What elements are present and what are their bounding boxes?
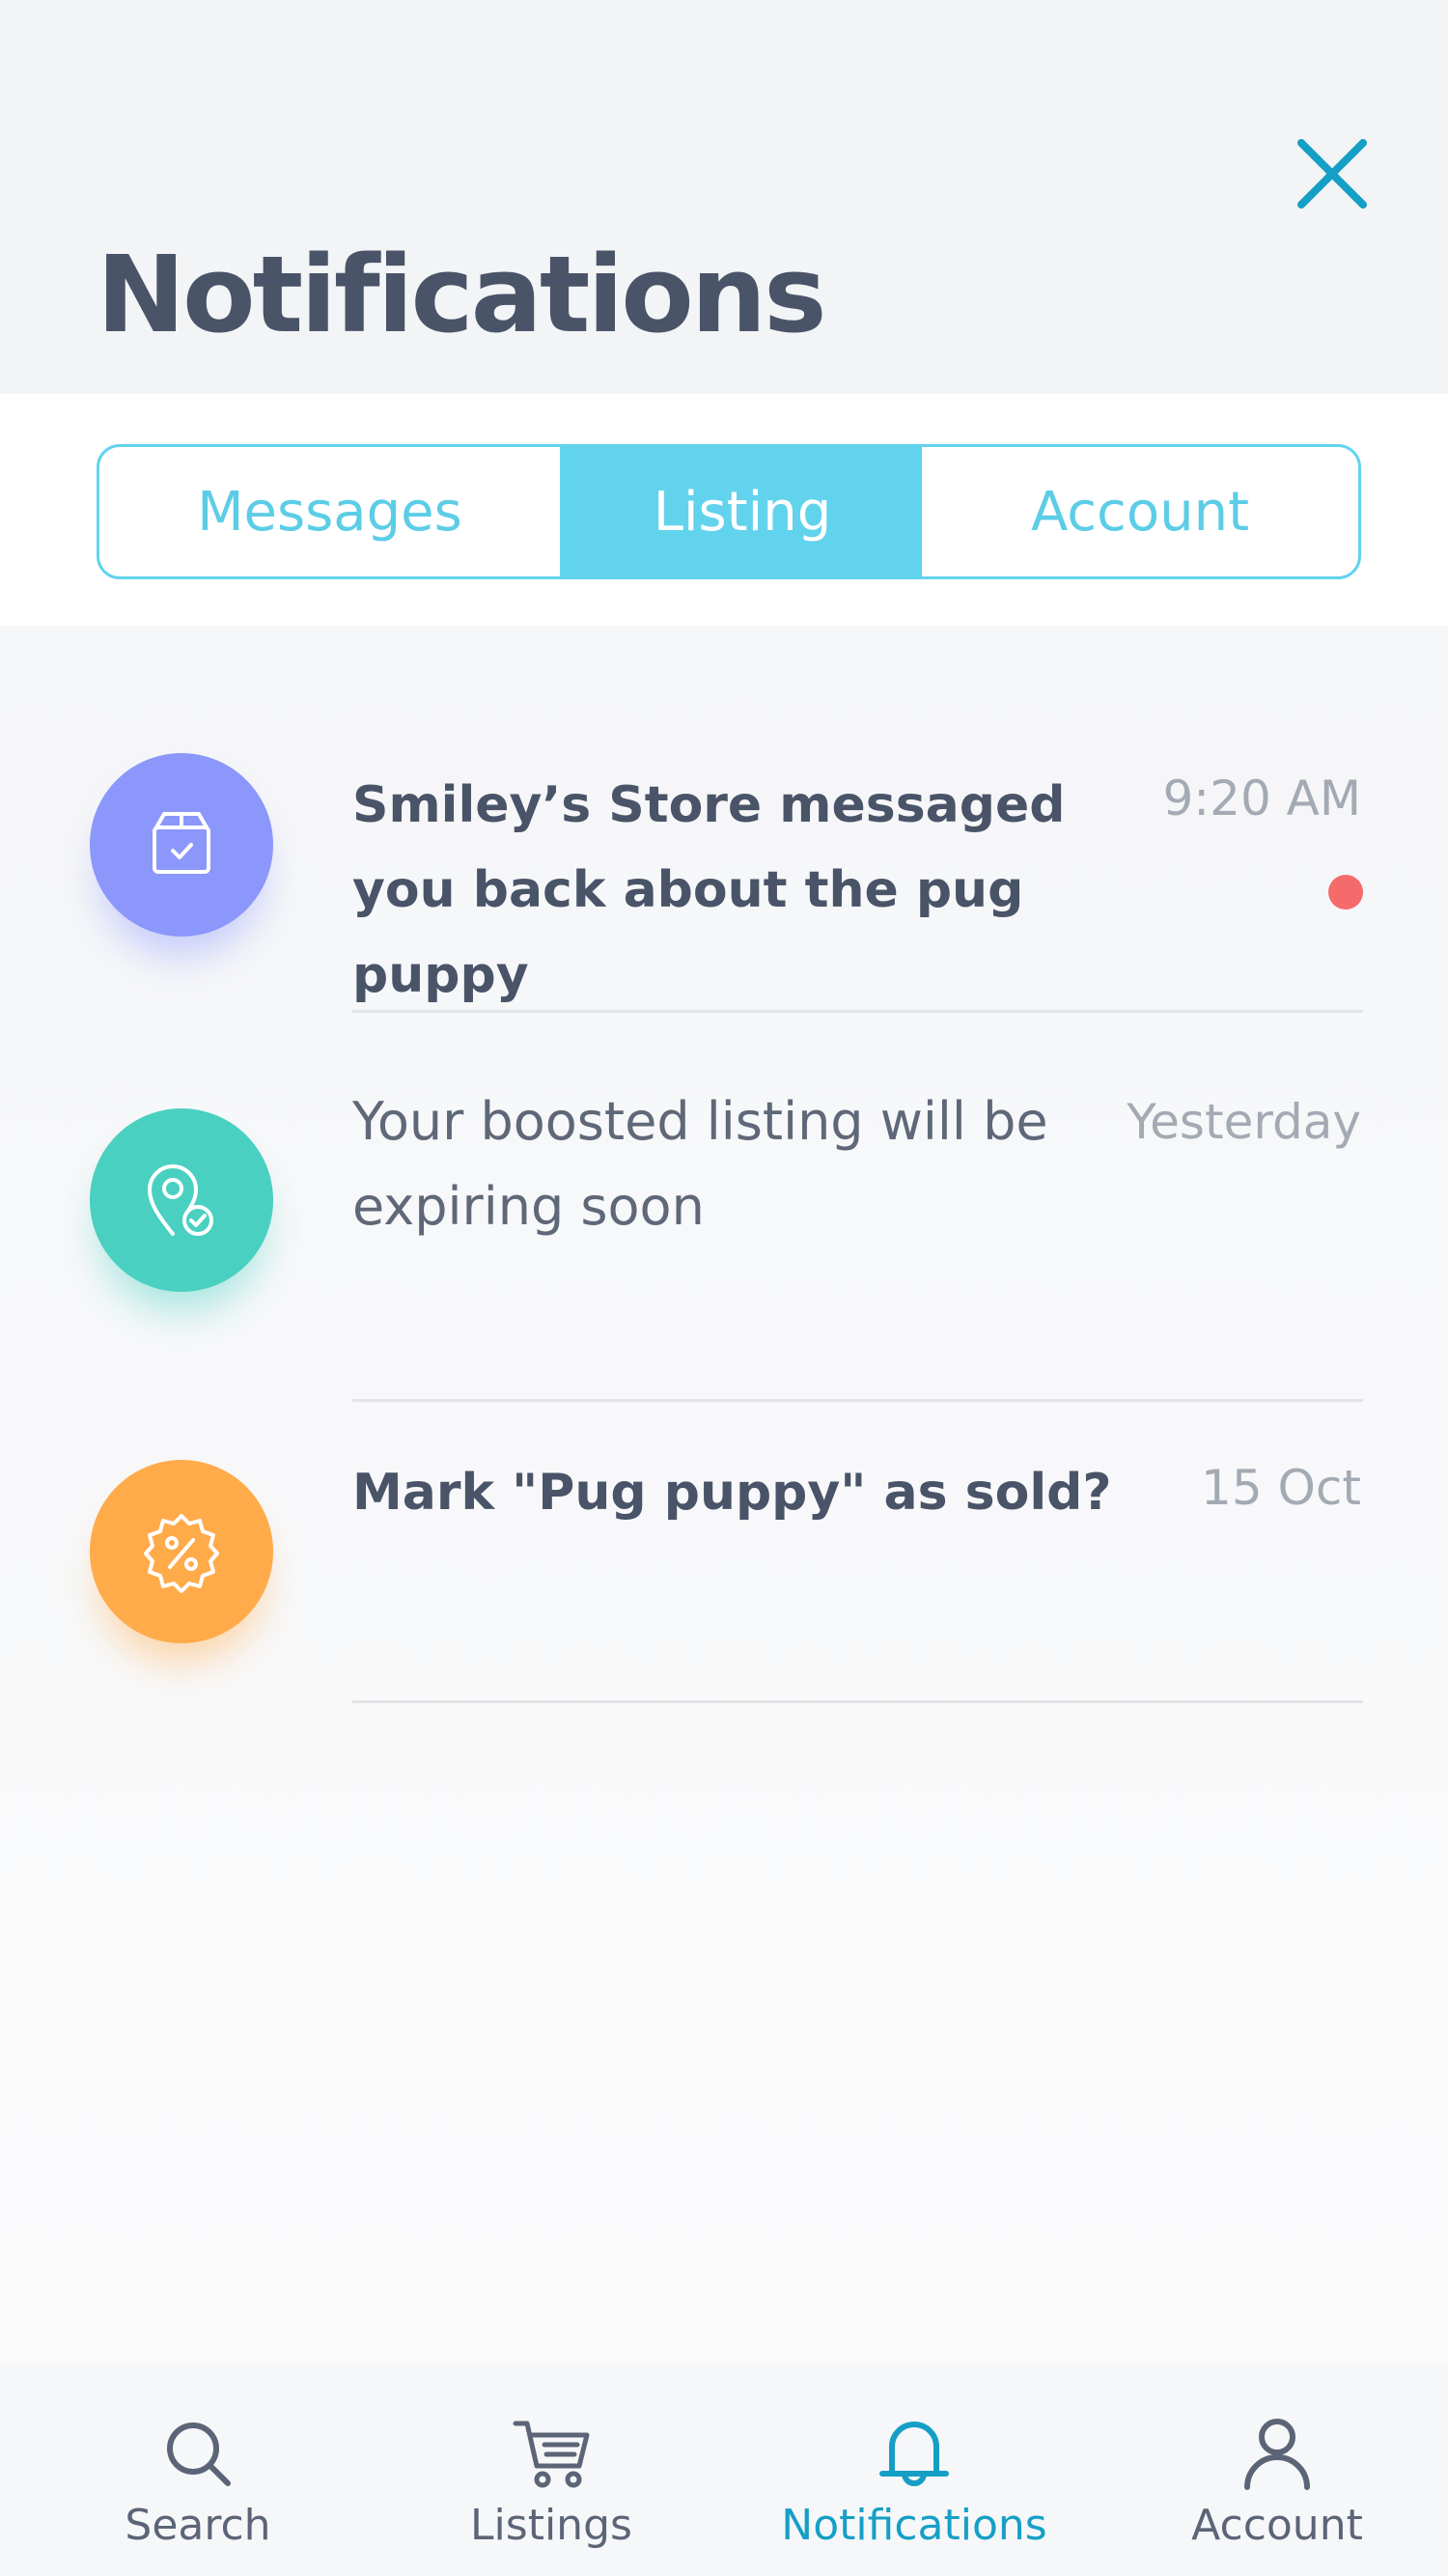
divider <box>352 1399 1363 1402</box>
close-icon[interactable] <box>1294 135 1371 212</box>
tab-account[interactable]: Account <box>922 447 1358 576</box>
nav-search[interactable]: Search <box>53 2364 343 2576</box>
unread-dot <box>1328 875 1363 910</box>
nav-notifications[interactable]: Notifications <box>769 2364 1059 2576</box>
user-icon[interactable] <box>1236 2412 1319 2495</box>
notification-text: Smiley’s Store messaged you back about t… <box>352 776 1066 1004</box>
tab-listing[interactable]: Listing <box>563 447 922 576</box>
divider <box>352 1700 1363 1703</box>
cart-icon[interactable] <box>510 2412 593 2495</box>
notification-item[interactable]: Mark "Pug puppy" as sold? 15 Oct <box>0 1460 1448 1701</box>
nav-label: Account <box>1191 2501 1363 2550</box>
tab-messages[interactable]: Messages <box>99 447 563 576</box>
notification-avatar <box>90 1108 273 1292</box>
notification-avatar <box>90 753 273 937</box>
package-check-icon <box>153 812 210 874</box>
notification-time: 15 Oct <box>1201 1460 1361 1516</box>
location-pin-check-icon <box>148 1164 213 1236</box>
notification-item[interactable]: Smiley’s Store messaged you back about t… <box>0 753 1448 1014</box>
close-button[interactable] <box>1294 135 1371 212</box>
discount-badge-icon <box>144 1514 219 1593</box>
notification-text: Mark "Pug puppy" as sold? <box>352 1464 1112 1522</box>
bell-icon[interactable] <box>873 2412 956 2495</box>
divider <box>352 1010 1363 1013</box>
notification-time: 9:20 AM <box>1162 770 1361 826</box>
notification-time: Yesterday <box>1127 1094 1361 1150</box>
search-icon[interactable] <box>156 2412 239 2495</box>
bottom-nav: Search Listings Notifications Account <box>0 2364 1448 2576</box>
nav-label: Search <box>125 2501 271 2550</box>
notification-text: Your boosted listing will be expiring so… <box>352 1091 1048 1237</box>
notification-avatar <box>90 1460 273 1643</box>
nav-label: Notifications <box>781 2501 1047 2550</box>
notification-item[interactable]: Your boosted listing will be expiring so… <box>0 1091 1448 1398</box>
tab-bar: Messages Listing Account <box>97 444 1361 579</box>
nav-label: Listings <box>470 2501 632 2550</box>
page-title: Notifications <box>97 233 827 356</box>
nav-account[interactable]: Account <box>1132 2364 1422 2576</box>
nav-listings[interactable]: Listings <box>406 2364 696 2576</box>
